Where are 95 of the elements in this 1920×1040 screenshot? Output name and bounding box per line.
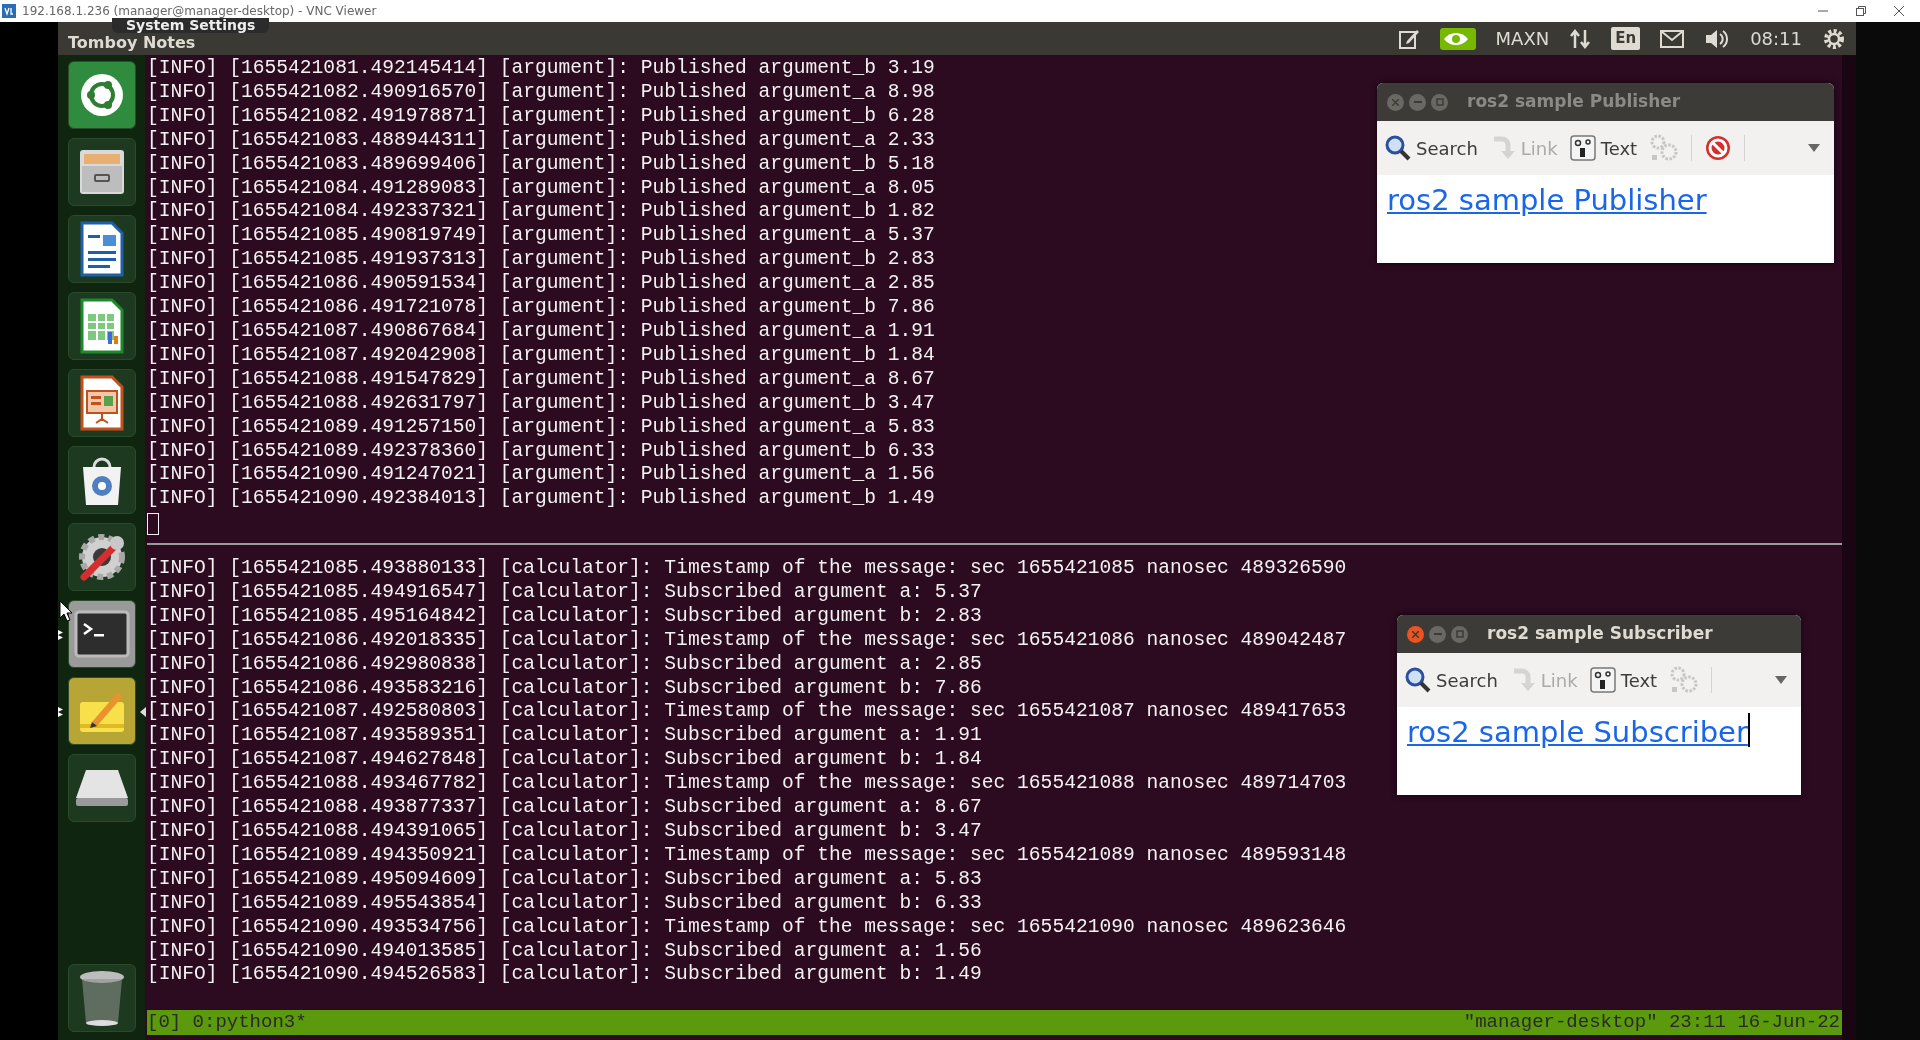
panel-indicator-text[interactable]: MAXN (1495, 25, 1550, 52)
close-button[interactable] (1407, 625, 1424, 643)
gears-icon (1669, 665, 1700, 695)
log-line: [INFO] [1655421085.495164842] [calculator]: Subscribed argument b: 2.83 (147, 604, 982, 629)
launcher-item[interactable] (67, 215, 136, 283)
log-line: [INFO] [1655421090.494526583] [calculator]: Subscribed argument b: 1.49 (147, 963, 982, 988)
speaker-icon[interactable] (1704, 27, 1731, 50)
launcher-item[interactable] (67, 523, 136, 591)
drive-icon (73, 768, 130, 808)
log-line: [INFO] [1655421083.488944311] [argument]: Published argument_a 2.33 (147, 128, 935, 153)
status-right: "manager-desktop" 23:11 16-Jun-22 (1463, 1010, 1840, 1035)
log-line: [INFO] [1655421085.491937313] [argument]: Published argument_b 2.83 (147, 248, 935, 273)
log-line: [INFO] [1655421086.492018335] [calculator]: Timestamp of the message: sec 1655421086 nanosec 489042487 (147, 628, 1347, 653)
log-line: [INFO] [1655421086.493583216] [calculator]: Subscribed argument b: 7.86 (147, 676, 982, 701)
status-left: [0] 0:python3* (147, 1010, 307, 1035)
log-line: [INFO] [1655421085.493880133] [calculator]: Timestamp of the message: sec 1655421085 nanosec 489326590 (147, 557, 1347, 581)
eye-logo-icon[interactable] (1439, 27, 1476, 50)
text-tool[interactable]: Text (1589, 666, 1658, 694)
minimize-icon (1433, 633, 1442, 635)
log-line: [INFO] [1655421088.492631797] [argument]: Published argument_b 3.47 (147, 391, 935, 416)
keyboard-layout-indicator[interactable]: En (1611, 27, 1641, 50)
log-line: [INFO] [1655421084.492337321] [argument]: Published argument_b 1.82 (147, 200, 935, 225)
terminal-icon (73, 610, 130, 658)
edit-icon[interactable] (1397, 27, 1420, 50)
log-line: [INFO] [1655421085.494916547] [calculator]: Subscribed argument a: 5.37 (147, 580, 982, 605)
minimize-icon (1413, 101, 1422, 103)
log-line: [INFO] [1655421087.490867684] [argument]: Published argument_a 1.91 (147, 319, 935, 344)
launcher-item[interactable] (67, 292, 136, 360)
mouse-pointer-icon (59, 600, 73, 622)
text-style-icon (1589, 667, 1616, 693)
log-line: [INFO] [1655421088.494391065] [calculator]: Subscribed argument b: 3.47 (147, 819, 982, 844)
log-line: [INFO] [1655421089.495543854] [calculator]: Subscribed argument b: 6.33 (147, 891, 982, 916)
log-line: [INFO] [1655421082.491978871] [argument]: Published argument_b 6.28 (147, 104, 935, 129)
log-line: [INFO] [1655421084.491289083] [argument]: Published argument_a 8.05 (147, 176, 935, 201)
log-line: [INFO] [1655421089.491257150] [argument]: Published argument_a 5.83 (147, 415, 935, 440)
log-line: [INFO] [1655421087.492042908] [argument]: Published argument_b 1.84 (147, 343, 935, 368)
search-tool[interactable]: Search (1405, 666, 1498, 694)
log-line: [INFO] [1655421087.494627848] [calculator]: Subscribed argument b: 1.84 (147, 748, 982, 773)
window-title: ros2 sample Publisher (1467, 90, 1681, 114)
gears-icon (1649, 133, 1680, 163)
caret-icon (1775, 676, 1787, 684)
log-line: [INFO] [1655421090.494013585] [calculator]: Subscribed argument a: 1.56 (147, 939, 982, 964)
window-title: 192.168.1.236 (manager@manager-desktop) - VNC Viewer (22, 3, 377, 19)
settings-icon[interactable] (1822, 26, 1846, 51)
delete-tool[interactable] (1704, 134, 1733, 162)
launcher-item[interactable] (67, 369, 136, 437)
launcher-item[interactable] (67, 677, 136, 745)
maximize-icon (1455, 630, 1464, 638)
app-title: Tomboy Notes (68, 34, 196, 52)
log-line: [INFO] [1655421086.490591534] [argument]: Published argument_a 2.85 (147, 272, 935, 297)
restore-icon[interactable] (1856, 6, 1866, 16)
envelope-icon[interactable] (1660, 29, 1685, 48)
ubuntu-logo-icon (78, 72, 125, 118)
launcher-item[interactable] (67, 600, 136, 668)
search-icon (1405, 667, 1431, 693)
log-line: [INFO] [1655421088.491547829] [argument]: Published argument_a 8.67 (147, 367, 935, 392)
launcher-item[interactable] (67, 964, 136, 1032)
log-line: [INFO] [1655421090.491247021] [argument]: Published argument_a 1.56 (147, 463, 935, 488)
log-line: [INFO] [1655421087.492580803] [calculator]: Timestamp of the message: sec 1655421087 nanosec 489417653 (147, 700, 1347, 725)
panel-indicator-text[interactable]: 08:11 (1750, 25, 1802, 52)
log-line: [INFO] [1655421087.493589351] [calculator]: Subscribed argument a: 1.91 (147, 724, 982, 749)
tooltip: System Settings (112, 18, 270, 33)
log-line: [INFO] [1655421090.492384013] [argument]: Published argument_b 1.49 (147, 487, 935, 512)
maximize-icon (1435, 98, 1444, 106)
log-line: [INFO] [1655421088.493467782] [calculator]: Timestamp of the message: sec 1655421088 nanosec 489714703 (147, 772, 1347, 797)
search-icon (1385, 135, 1411, 161)
close-icon (1412, 630, 1419, 638)
log-line: [INFO] [1655421082.490916570] [argument]: Published argument_a 8.98 (147, 80, 935, 105)
launcher-item[interactable] (67, 754, 136, 822)
note-title-link[interactable]: ros2 sample Publisher (1387, 179, 1707, 223)
menu-tool[interactable] (1775, 676, 1787, 684)
close-icon (1392, 98, 1399, 106)
text-tool[interactable]: Text (1569, 134, 1638, 162)
launcher-item[interactable] (67, 138, 136, 206)
log-line: [INFO] [1655421086.492980838] [calculator]: Subscribed argument a: 2.85 (147, 652, 982, 677)
launcher-item[interactable] (67, 61, 136, 129)
log-line: [INFO] [1655421083.489699406] [argument]: Published argument_b 5.18 (147, 152, 935, 177)
search-tool[interactable]: Search (1385, 134, 1478, 162)
text-style-icon (1569, 135, 1596, 161)
up-down-arrows-icon[interactable] (1569, 27, 1592, 50)
log-line: [INFO] [1655421088.493877337] [calculator]: Subscribed argument a: 8.67 (147, 796, 982, 820)
menu-tool[interactable] (1808, 144, 1820, 152)
caret-icon (1808, 144, 1820, 152)
log-line: [INFO] [1655421089.492378360] [argument]: Published argument_b 6.33 (147, 439, 935, 464)
log-line: [INFO] [1655421081.492145414] [argument]: Published argument_b 3.19 (147, 57, 935, 81)
log-line: [INFO] [1655421086.491721078] [argument]: Published argument_b 7.86 (147, 296, 935, 320)
no-entry-icon (1704, 134, 1733, 162)
note-title-link[interactable]: ros2 sample Subscriber (1407, 711, 1748, 755)
log-line: [INFO] [1655421089.495094609] [calculator]: Subscribed argument a: 5.83 (147, 867, 982, 892)
log-line: [INFO] [1655421089.494350921] [calculator]: Timestamp of the message: sec 1655421089 nanosec 489593148 (147, 843, 1347, 868)
log-line: [INFO] [1655421085.490819749] [argument]: Published argument_a 5.37 (147, 224, 935, 249)
window-title: ros2 sample Subscriber (1487, 622, 1713, 646)
close-icon[interactable] (1894, 6, 1904, 16)
launcher-item[interactable] (67, 446, 136, 514)
log-line: [INFO] [1655421090.493534756] [calculator]: Timestamp of the message: sec 1655421090 nanosec 489623646 (147, 915, 1347, 940)
